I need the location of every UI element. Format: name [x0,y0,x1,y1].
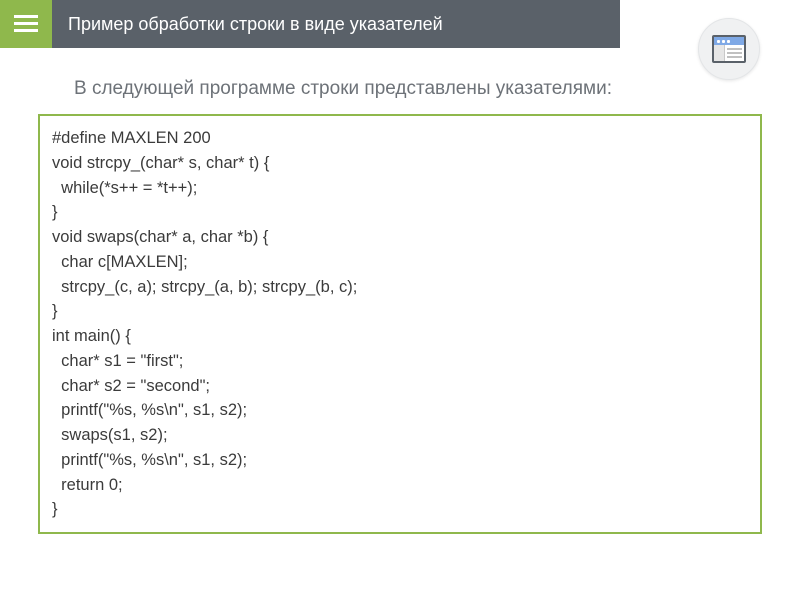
code-line: } [52,299,748,324]
title-bar: Пример обработки строки в виде указателе… [52,0,620,48]
code-line: char* s2 = "second"; [52,374,748,399]
code-line: } [52,497,748,522]
code-line: swaps(s1, s2); [52,423,748,448]
code-line: } [52,200,748,225]
slide-subtitle: В следующей программе строки представлен… [0,48,800,114]
slide-header: Пример обработки строки в виде указателе… [0,0,620,48]
code-block: #define MAXLEN 200 void strcpy_(char* s,… [38,114,762,534]
code-line: char c[MAXLEN]; [52,250,748,275]
code-line: int main() { [52,324,748,349]
code-line: #define MAXLEN 200 [52,126,748,151]
app-window-icon [712,35,746,63]
code-line: printf("%s, %s\n", s1, s2); [52,398,748,423]
code-line: void swaps(char* a, char *b) { [52,225,748,250]
code-line: void strcpy_(char* s, char* t) { [52,151,748,176]
hamburger-icon [14,15,38,33]
slide-badge [698,18,760,80]
code-line: return 0; [52,473,748,498]
code-line: strcpy_(c, a); strcpy_(a, b); strcpy_(b,… [52,275,748,300]
code-line: while(*s++ = *t++); [52,176,748,201]
menu-button[interactable] [0,0,52,48]
code-line: printf("%s, %s\n", s1, s2); [52,448,748,473]
slide-title: Пример обработки строки в виде указателе… [68,14,443,35]
code-line: char* s1 = "first"; [52,349,748,374]
